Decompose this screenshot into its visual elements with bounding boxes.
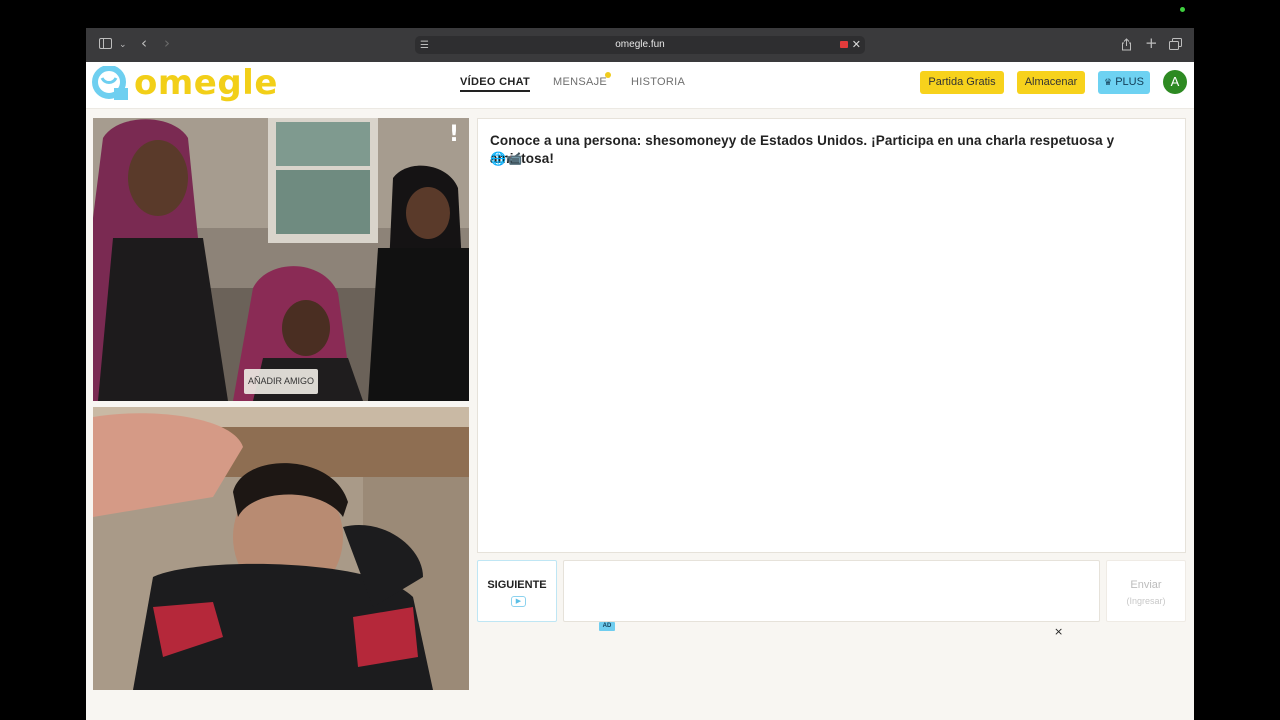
notification-dot <box>605 72 611 78</box>
address-bar[interactable]: ☰ omegle.fun ✕ <box>415 36 865 54</box>
send-label: Enviar <box>1130 579 1162 591</box>
globe-camera-icon: 🌐📹 <box>490 152 523 167</box>
next-button[interactable]: SIGUIENTE ▶ <box>477 560 557 622</box>
self-video <box>93 407 469 690</box>
tab-history[interactable]: HISTORIA <box>631 76 685 88</box>
add-friend-button[interactable]: AÑADIR AMIGO <box>244 369 318 394</box>
chat-panel: Conoce a una persona: shesomoneyy de Est… <box>477 118 1186 553</box>
tab-message[interactable]: MENSAJE <box>553 76 607 88</box>
ad-close-button[interactable]: × <box>1054 625 1063 638</box>
intro-message: Conoce a una persona: shesomoneyy de Est… <box>490 133 1115 166</box>
forward-icon[interactable]: › <box>164 36 170 51</box>
logo-text: omegle <box>134 63 278 103</box>
browser-toolbar: ⌄ ‹ › ☰ omegle.fun ✕ + <box>86 28 1194 62</box>
self-video-frame <box>93 407 469 690</box>
status-indicator <box>1180 7 1185 12</box>
back-icon[interactable]: ‹ <box>141 36 147 51</box>
site-header: omegle VÍDEO CHAT MENSAJE HISTORIA Parti… <box>86 62 1194 109</box>
chevron-down-icon[interactable]: ⌄ <box>119 39 127 52</box>
crown-icon: ♛ <box>1104 78 1113 88</box>
tab-overview-icon[interactable] <box>1169 38 1182 53</box>
share-icon[interactable] <box>1121 38 1132 54</box>
plus-icon[interactable]: + <box>1145 36 1158 51</box>
stranger-video-frame <box>93 118 469 401</box>
play-icon: ▶ <box>511 596 526 607</box>
avatar[interactable]: A <box>1163 70 1187 94</box>
send-hint: (Ingresar) <box>1126 596 1166 606</box>
message-input[interactable] <box>563 560 1100 622</box>
browser-window: ⌄ ‹ › ☰ omegle.fun ✕ + omegle VÍDEO CHAT <box>86 28 1194 720</box>
report-button[interactable]: ! <box>449 122 459 147</box>
plus-button[interactable]: ♛ PLUS <box>1098 71 1150 94</box>
url-text: omegle.fun <box>615 39 665 50</box>
plus-label: PLUS <box>1115 76 1144 88</box>
sidebar-icon[interactable] <box>99 38 112 52</box>
stranger-video: ! AÑADIR AMIGO <box>93 118 469 401</box>
free-game-button[interactable]: Partida Gratis <box>920 71 1004 94</box>
camera-recording-icon[interactable] <box>840 41 848 48</box>
logo-mark-icon <box>92 66 128 100</box>
next-label: SIGUIENTE <box>487 579 547 591</box>
send-button[interactable]: Enviar (Ingresar) <box>1106 560 1186 622</box>
store-button[interactable]: Almacenar <box>1017 71 1085 94</box>
close-icon[interactable]: ✕ <box>852 38 861 51</box>
tab-video-chat[interactable]: VÍDEO CHAT <box>460 76 531 92</box>
ad-badge: AD <box>599 622 615 631</box>
